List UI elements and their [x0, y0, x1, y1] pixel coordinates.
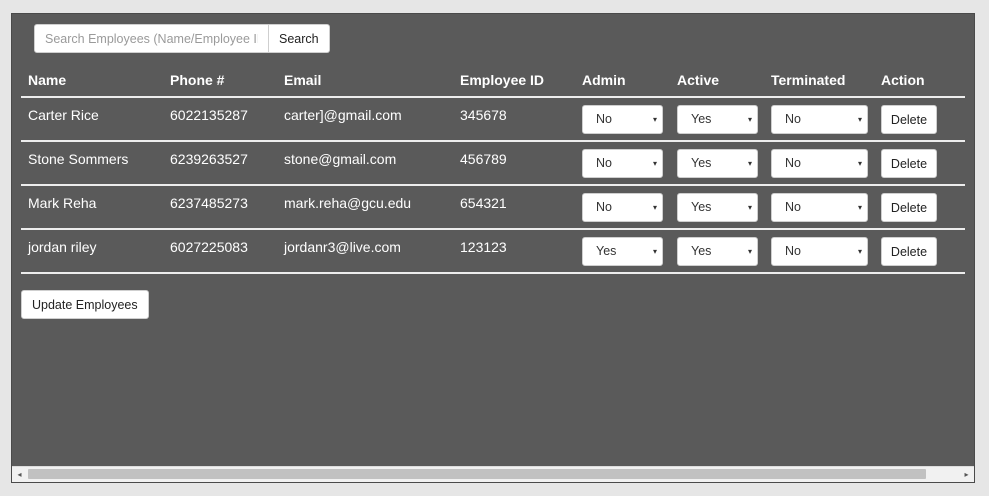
cell-email: stone@gmail.com	[284, 151, 397, 167]
admin-select-value: No	[596, 156, 612, 170]
cell-name: jordan riley	[28, 239, 97, 255]
cell-name: Carter Rice	[28, 107, 99, 123]
scrollbar-thumb[interactable]	[28, 469, 926, 479]
active-select[interactable]: Yes ▾	[677, 105, 758, 134]
terminated-select-value: No	[785, 200, 801, 214]
chevron-down-icon: ▾	[652, 159, 657, 168]
scroll-left-icon[interactable]: ◂	[12, 467, 27, 482]
active-select-value: Yes	[691, 244, 712, 258]
cell-name: Mark Reha	[28, 195, 97, 211]
chevron-down-icon: ▾	[652, 203, 657, 212]
search-button[interactable]: Search	[269, 24, 330, 53]
terminated-select[interactable]: No ▾	[771, 193, 868, 222]
terminated-select[interactable]: No ▾	[771, 237, 868, 266]
cell-employee-id: 123123	[460, 239, 507, 255]
delete-button[interactable]: Delete	[881, 237, 937, 266]
admin-select[interactable]: No ▾	[582, 193, 663, 222]
table-row: Stone Sommers 6239263527 stone@gmail.com…	[21, 142, 965, 186]
cell-phone: 6022135287	[170, 107, 248, 123]
cell-email: jordanr3@live.com	[284, 239, 401, 255]
horizontal-scrollbar[interactable]: ◂ ▸	[12, 466, 974, 482]
chevron-down-icon: ▾	[652, 247, 657, 256]
header-admin: Admin	[582, 72, 626, 88]
update-employees-button[interactable]: Update Employees	[21, 290, 149, 319]
terminated-select[interactable]: No ▾	[771, 105, 868, 134]
active-select-value: Yes	[691, 200, 712, 214]
admin-select[interactable]: No ▾	[582, 149, 663, 178]
active-select[interactable]: Yes ▾	[677, 193, 758, 222]
table-row: jordan riley 6027225083 jordanr3@live.co…	[21, 230, 965, 274]
terminated-select[interactable]: No ▾	[771, 149, 868, 178]
delete-button[interactable]: Delete	[881, 105, 937, 134]
header-active: Active	[677, 72, 720, 88]
admin-select[interactable]: Yes ▾	[582, 237, 663, 266]
cell-phone: 6239263527	[170, 151, 248, 167]
cell-name: Stone Sommers	[28, 151, 129, 167]
chevron-down-icon: ▾	[857, 247, 862, 256]
header-employee-id: Employee ID	[460, 72, 545, 88]
cell-email: carter]@gmail.com	[284, 107, 402, 123]
header-action: Action	[881, 72, 925, 88]
table-row: Mark Reha 6237485273 mark.reha@gcu.edu 6…	[21, 186, 965, 230]
terminated-select-value: No	[785, 156, 801, 170]
chevron-down-icon: ▾	[857, 159, 862, 168]
header-terminated: Terminated	[771, 72, 846, 88]
active-select[interactable]: Yes ▾	[677, 237, 758, 266]
cell-phone: 6237485273	[170, 195, 248, 211]
terminated-select-value: No	[785, 244, 801, 258]
cell-employee-id: 345678	[460, 107, 507, 123]
header-name: Name	[28, 72, 67, 88]
chevron-down-icon: ▾	[747, 247, 752, 256]
admin-select[interactable]: No ▾	[582, 105, 663, 134]
active-select-value: Yes	[691, 112, 712, 126]
chevron-down-icon: ▾	[857, 115, 862, 124]
admin-select-value: No	[596, 112, 612, 126]
scroll-right-icon[interactable]: ▸	[959, 467, 974, 482]
cell-phone: 6027225083	[170, 239, 248, 255]
chevron-down-icon: ▾	[747, 159, 752, 168]
chevron-down-icon: ▾	[747, 115, 752, 124]
employees-table: Name Phone # Email Employee ID Admin Act…	[21, 70, 965, 274]
admin-select-value: Yes	[596, 244, 617, 258]
cell-email: mark.reha@gcu.edu	[284, 195, 412, 211]
cell-employee-id: 654321	[460, 195, 507, 211]
delete-button[interactable]: Delete	[881, 149, 937, 178]
search-input[interactable]	[34, 24, 269, 53]
chevron-down-icon: ▾	[857, 203, 862, 212]
admin-select-value: No	[596, 200, 612, 214]
employee-panel: Search Name Phone # Email Employee ID Ad…	[11, 13, 975, 483]
delete-button[interactable]: Delete	[881, 193, 937, 222]
cell-employee-id: 456789	[460, 151, 507, 167]
header-email: Email	[284, 72, 322, 88]
chevron-down-icon: ▾	[747, 203, 752, 212]
table-row: Carter Rice 6022135287 carter]@gmail.com…	[21, 98, 965, 142]
active-select-value: Yes	[691, 156, 712, 170]
header-phone: Phone #	[170, 72, 225, 88]
table-header: Name Phone # Email Employee ID Admin Act…	[21, 70, 965, 98]
terminated-select-value: No	[785, 112, 801, 126]
chevron-down-icon: ▾	[652, 115, 657, 124]
search-bar: Search	[34, 24, 330, 53]
active-select[interactable]: Yes ▾	[677, 149, 758, 178]
